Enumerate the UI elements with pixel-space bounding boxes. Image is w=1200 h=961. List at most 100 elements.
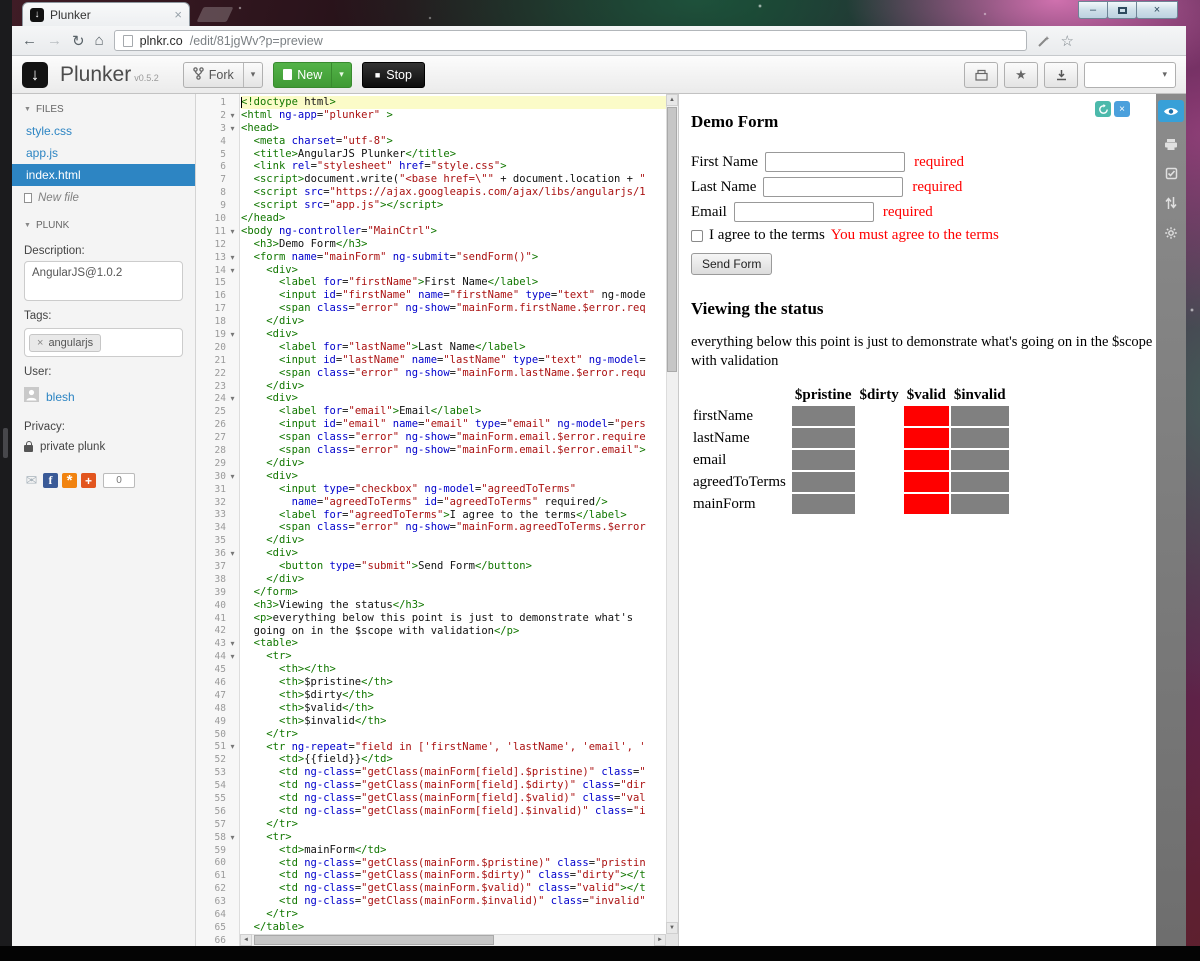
plunker-logo-icon[interactable]: ↓ bbox=[22, 62, 48, 88]
fold-marker-icon[interactable]: ▾ bbox=[226, 266, 239, 275]
code-line-45[interactable]: <th></th> bbox=[241, 663, 666, 676]
code-line-32[interactable]: name="agreedToTerms" id="agreedToTerms" … bbox=[241, 496, 666, 509]
code-line-42[interactable]: going on in the $scope with validation</… bbox=[241, 625, 666, 638]
preview-refresh-button[interactable] bbox=[1095, 101, 1111, 117]
vertical-scrollbar-thumb[interactable] bbox=[667, 107, 677, 372]
new-button[interactable]: New ▾ bbox=[273, 62, 352, 88]
code-line-62[interactable]: <td ng-class="getClass(mainForm.$valid)"… bbox=[241, 882, 666, 895]
email-share-icon[interactable]: ✉ bbox=[24, 473, 39, 488]
code-line-63[interactable]: <td ng-class="getClass(mainForm.$invalid… bbox=[241, 895, 666, 908]
code-line-21[interactable]: <input id="lastName" name="lastName" typ… bbox=[241, 354, 666, 367]
horizontal-scrollbar-thumb[interactable] bbox=[254, 935, 494, 945]
sidebar-file-app.js[interactable]: app.js bbox=[12, 142, 195, 164]
code-line-19[interactable]: <div> bbox=[241, 328, 666, 341]
download-button[interactable] bbox=[1044, 62, 1078, 88]
fold-marker-icon[interactable]: ▾ bbox=[226, 111, 239, 120]
code-line-48[interactable]: <th>$valid</th> bbox=[241, 702, 666, 715]
code-line-2[interactable]: <html ng-app="plunker" > bbox=[241, 109, 666, 122]
scroll-up-icon[interactable]: ▲ bbox=[666, 94, 678, 106]
code-line-64[interactable]: </tr> bbox=[241, 908, 666, 921]
send-form-button[interactable]: Send Form bbox=[691, 253, 772, 275]
favorite-star-button[interactable]: ★ bbox=[1004, 62, 1038, 88]
printer-icon[interactable] bbox=[1164, 138, 1178, 151]
code-line-24[interactable]: <div> bbox=[241, 392, 666, 405]
close-window-button[interactable]: × bbox=[1136, 1, 1178, 19]
privacy-toggle[interactable]: private plunk bbox=[12, 437, 195, 457]
code-line-56[interactable]: <td ng-class="getClass(mainForm[field].$… bbox=[241, 805, 666, 818]
description-input[interactable]: AngularJS@1.0.2 bbox=[24, 261, 183, 301]
fold-marker-icon[interactable]: ▾ bbox=[226, 833, 239, 842]
code-line-55[interactable]: <td ng-class="getClass(mainForm[field].$… bbox=[241, 792, 666, 805]
code-line-52[interactable]: <td>{{field}}</td> bbox=[241, 753, 666, 766]
code-line-17[interactable]: <span class="error" ng-show="mainForm.fi… bbox=[241, 302, 666, 315]
code-line-49[interactable]: <th>$invalid</th> bbox=[241, 715, 666, 728]
field-input-0[interactable] bbox=[765, 152, 905, 172]
code-line-29[interactable]: </div> bbox=[241, 457, 666, 470]
code-line-61[interactable]: <td ng-class="getClass(mainForm.$dirty)"… bbox=[241, 869, 666, 882]
code-line-10[interactable]: </head> bbox=[241, 212, 666, 225]
code-line-54[interactable]: <td ng-class="getClass(mainForm[field].$… bbox=[241, 779, 666, 792]
code-line-30[interactable]: <div> bbox=[241, 470, 666, 483]
browser-tab[interactable]: ↓ Plunker × bbox=[22, 2, 190, 26]
fork-dropdown-caret-icon[interactable]: ▾ bbox=[243, 63, 263, 87]
sidebar-file-style.css[interactable]: style.css bbox=[12, 120, 195, 142]
address-bar[interactable]: plnkr.co/edit/81jgWv?p=preview bbox=[114, 30, 1027, 51]
code-line-8[interactable]: <script src="https://ajax.googleapis.com… bbox=[241, 186, 666, 199]
maximize-button[interactable] bbox=[1107, 1, 1137, 19]
code-line-31[interactable]: <input type="checkbox" ng-model="agreedT… bbox=[241, 483, 666, 496]
new-file-button[interactable]: New file bbox=[12, 186, 195, 210]
extension-wand-icon[interactable] bbox=[1037, 34, 1051, 48]
editor-vertical-scrollbar[interactable]: ▲ ▼ bbox=[666, 94, 678, 934]
share-orange-icon[interactable]: * bbox=[62, 473, 77, 488]
code-line-6[interactable]: <link rel="stylesheet" href="style.css"> bbox=[241, 160, 666, 173]
settings-gear-icon[interactable] bbox=[1164, 226, 1178, 240]
scroll-right-icon[interactable]: ► bbox=[654, 934, 666, 946]
code-editor[interactable]: 12▾3▾4567891011▾1213▾14▾1516171819▾20212… bbox=[196, 94, 678, 946]
code-line-65[interactable]: </table> bbox=[241, 921, 666, 934]
code-line-39[interactable]: </form> bbox=[241, 586, 666, 599]
scroll-down-icon[interactable]: ▼ bbox=[666, 922, 678, 934]
code-line-59[interactable]: <td>mainForm</td> bbox=[241, 844, 666, 857]
code-line-57[interactable]: </tr> bbox=[241, 818, 666, 831]
fold-marker-icon[interactable]: ▾ bbox=[226, 394, 239, 403]
code-line-38[interactable]: </div> bbox=[241, 573, 666, 586]
export-button[interactable] bbox=[964, 62, 998, 88]
tag-chip[interactable]: ×angularjs bbox=[29, 334, 101, 352]
files-section-header[interactable]: ▼ FILES bbox=[12, 94, 195, 120]
code-line-7[interactable]: <script>document.write("<base href=\"" +… bbox=[241, 173, 666, 186]
code-line-15[interactable]: <label for="firstName">First Name</label… bbox=[241, 276, 666, 289]
preview-close-button[interactable]: × bbox=[1114, 101, 1130, 117]
code-line-43[interactable]: <table> bbox=[241, 637, 666, 650]
fold-marker-icon[interactable]: ▾ bbox=[226, 330, 239, 339]
code-line-20[interactable]: <label for="lastName">Last Name</label> bbox=[241, 341, 666, 354]
code-line-50[interactable]: </tr> bbox=[241, 728, 666, 741]
bookmark-star-icon[interactable]: ☆ bbox=[1061, 32, 1074, 50]
addthis-plus-icon[interactable]: + bbox=[81, 473, 96, 488]
code-line-4[interactable]: <meta charset="utf-8"> bbox=[241, 135, 666, 148]
code-line-34[interactable]: <span class="error" ng-show="mainForm.ag… bbox=[241, 521, 666, 534]
code-line-36[interactable]: <div> bbox=[241, 547, 666, 560]
reload-button[interactable]: ↻ bbox=[72, 32, 85, 50]
terms-checkbox[interactable] bbox=[691, 230, 703, 242]
fold-marker-icon[interactable]: ▾ bbox=[226, 227, 239, 236]
code-line-12[interactable]: <h3>Demo Form</h3> bbox=[241, 238, 666, 251]
fold-marker-icon[interactable]: ▾ bbox=[226, 639, 239, 648]
scroll-left-icon[interactable]: ◄ bbox=[240, 934, 252, 946]
code-line-1[interactable]: <!doctype html> bbox=[241, 96, 666, 109]
code-line-27[interactable]: <span class="error" ng-show="mainForm.em… bbox=[241, 431, 666, 444]
tag-remove-icon[interactable]: × bbox=[37, 337, 43, 349]
fold-marker-icon[interactable]: ▾ bbox=[226, 549, 239, 558]
field-input-1[interactable] bbox=[763, 177, 903, 197]
code-line-3[interactable]: <head> bbox=[241, 122, 666, 135]
tags-input[interactable]: ×angularjs bbox=[24, 328, 183, 357]
fold-marker-icon[interactable]: ▾ bbox=[226, 652, 239, 661]
new-tab-button[interactable] bbox=[197, 7, 234, 22]
code-line-33[interactable]: <label for="agreedToTerms">I agree to th… bbox=[241, 509, 666, 522]
code-line-53[interactable]: <td ng-class="getClass(mainForm[field].$… bbox=[241, 766, 666, 779]
code-line-60[interactable]: <td ng-class="getClass(mainForm.$pristin… bbox=[241, 857, 666, 870]
facebook-share-icon[interactable]: f bbox=[43, 473, 58, 488]
code-line-58[interactable]: <tr> bbox=[241, 831, 666, 844]
code-line-35[interactable]: </div> bbox=[241, 534, 666, 547]
fold-marker-icon[interactable]: ▾ bbox=[226, 472, 239, 481]
sidebar-file-index.html[interactable]: index.html bbox=[12, 164, 195, 186]
